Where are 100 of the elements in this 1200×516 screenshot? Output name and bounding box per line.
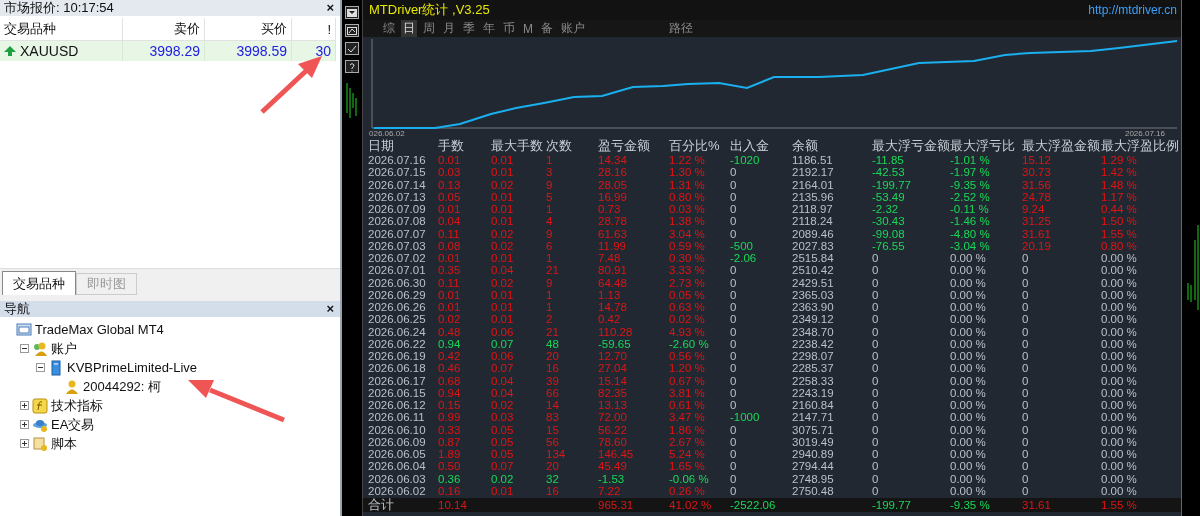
balance-cell-text: 2147.71: [792, 411, 835, 424]
percent-cell-text: 0.03 %: [669, 203, 706, 216]
period-tab[interactable]: 备: [539, 20, 555, 37]
close-button[interactable]: ×: [324, 1, 336, 15]
float-loss-pct-cell-text: -4.80 %: [950, 227, 991, 240]
period-tab[interactable]: 币: [501, 20, 517, 37]
float-loss-pct-cell-text: -1.46 %: [950, 215, 991, 228]
tree-item[interactable]: KVBPrimeLimited-Live: [67, 360, 198, 375]
total-cash-flow: -2522.06: [730, 499, 777, 511]
path-button[interactable]: 路径: [667, 20, 695, 37]
cash-flow-cell-text: 0: [730, 190, 738, 203]
profit-cell-text: 28.78: [598, 215, 628, 228]
collapse-icon[interactable]: [20, 344, 29, 353]
lots-cell-text: 0.94: [438, 337, 462, 350]
tree-item[interactable]: 20044292: 柯: [83, 377, 162, 396]
float-gain-pct-cell-text: 0.00 %: [1101, 288, 1138, 301]
float-gain-cell-text: 24.78: [1022, 190, 1052, 203]
balance-cell-text: 2510.42: [792, 264, 835, 277]
lots-cell-text: 0.87: [438, 435, 462, 448]
count-cell-text: 20: [546, 350, 560, 363]
date-cell-text: 2026.06.12: [368, 399, 427, 412]
cash-flow-cell-text: 0: [730, 166, 738, 179]
collapse-icon[interactable]: [36, 363, 45, 372]
period-tab[interactable]: M: [521, 21, 535, 36]
float-loss-pct-cell-text: 0.00 %: [950, 362, 987, 375]
check-button[interactable]: [345, 42, 359, 55]
float-gain-cell-text: 0: [1022, 411, 1030, 424]
tab[interactable]: 交易品种: [2, 271, 76, 295]
chart-icon: [347, 26, 357, 35]
period-tab[interactable]: 季: [461, 20, 477, 37]
float-loss-pct-cell-text: 0.00 %: [950, 325, 987, 338]
period-tab[interactable]: 周: [421, 20, 437, 37]
users-icon: [32, 340, 48, 357]
column-header: 最大浮亏金额: [872, 140, 950, 152]
balance-cell-text: 2089.46: [792, 227, 835, 240]
float-gain-pct-cell-text: 0.00 %: [1101, 313, 1138, 326]
date-cell-text: 2026.07.02: [368, 252, 427, 265]
column-header: 百分比%: [669, 140, 721, 152]
period-tab[interactable]: 账户: [559, 20, 587, 37]
count-cell-text: 9: [546, 178, 554, 191]
float-loss-cell-text: -11.85: [872, 154, 905, 167]
float-loss-cell-text: 0: [872, 276, 880, 289]
expand-icon[interactable]: [20, 439, 29, 448]
tree-item[interactable]: EA交易: [51, 415, 95, 434]
date-cell-text: 2026.07.01: [368, 264, 427, 277]
max-lots-cell-text: 0.01: [491, 166, 515, 179]
date-cell-text: 2026.06.19: [368, 350, 427, 363]
website-link[interactable]: http://mtdriver.cn: [1088, 3, 1177, 17]
period-tab[interactable]: 日: [401, 20, 417, 37]
help-button[interactable]: [345, 60, 359, 73]
profit-cell-text: 45.49: [598, 460, 628, 473]
float-loss-cell-text: 0: [872, 325, 880, 338]
cash-flow-cell-text: 0: [730, 215, 738, 228]
balance-cell-text: 3075.71: [792, 423, 835, 436]
period-tab[interactable]: 月: [441, 20, 457, 37]
tree-item[interactable]: 脚本: [51, 434, 77, 453]
float-gain-pct-cell-text: 0.00 %: [1101, 435, 1138, 448]
expand-icon[interactable]: [20, 401, 29, 410]
window-button[interactable]: [345, 6, 359, 19]
lots-cell-text: 0.68: [438, 374, 462, 387]
date-cell-text: 2026.07.16: [368, 154, 427, 167]
max-lots-cell-text: 0.05: [491, 448, 515, 461]
expand-icon[interactable]: [20, 420, 29, 429]
close-button[interactable]: ×: [324, 302, 336, 316]
date-cell-text: 2026.07.15: [368, 166, 427, 179]
count-cell-text: 83: [546, 411, 560, 424]
help-icon: [347, 61, 357, 72]
tree-item[interactable]: 账户: [51, 339, 77, 358]
lots-cell-text: 0.50: [438, 460, 462, 473]
balance-cell-text: 2348.70: [792, 325, 835, 338]
profit-cell-text: 146.45: [598, 448, 635, 461]
float-loss-cell-text: -42.53: [872, 166, 906, 179]
profit-cell-text: 14.78: [598, 301, 628, 314]
profit-cell-text: 80.91: [598, 264, 628, 277]
tree-item[interactable]: TradeMax Global MT4: [35, 322, 164, 337]
max-lots-cell-text: 0.02: [491, 399, 515, 412]
chart-button[interactable]: [345, 24, 359, 37]
max-lots-cell-text: 0.01: [491, 301, 515, 314]
column-header: 日期: [368, 140, 395, 152]
period-tab[interactable]: 综: [381, 20, 397, 37]
percent-cell-text: 1.22 %: [669, 154, 706, 167]
tree-item[interactable]: 技术指标: [51, 396, 103, 415]
percent-cell-text: 0.67 %: [669, 374, 706, 387]
balance-cell-text: 2238.42: [792, 337, 835, 350]
float-gain-pct-cell-text: 0.00 %: [1101, 264, 1138, 277]
max-lots-cell-text: 0.03: [491, 411, 515, 424]
balance-cell-text: 2192.17: [792, 166, 835, 179]
date-cell-text: 2026.06.05: [368, 448, 427, 461]
balance-cell-text: 2027.83: [792, 239, 835, 252]
max-lots-cell-text: 0.01: [491, 203, 515, 216]
period-tab[interactable]: 年: [481, 20, 497, 37]
count-cell-text: 16: [546, 484, 560, 497]
float-gain-cell-text: 0: [1022, 276, 1030, 289]
cash-flow-cell-text: 0: [730, 350, 738, 363]
cash-flow-cell-text: 0: [730, 337, 738, 350]
check-icon: [347, 44, 357, 53]
count-cell-text: 134: [546, 448, 567, 461]
symbol-cell[interactable]: XAUUSD: [0, 41, 123, 61]
max-lots-cell-text: 0.01: [491, 252, 515, 265]
total-float-loss: -199.77: [872, 499, 912, 511]
